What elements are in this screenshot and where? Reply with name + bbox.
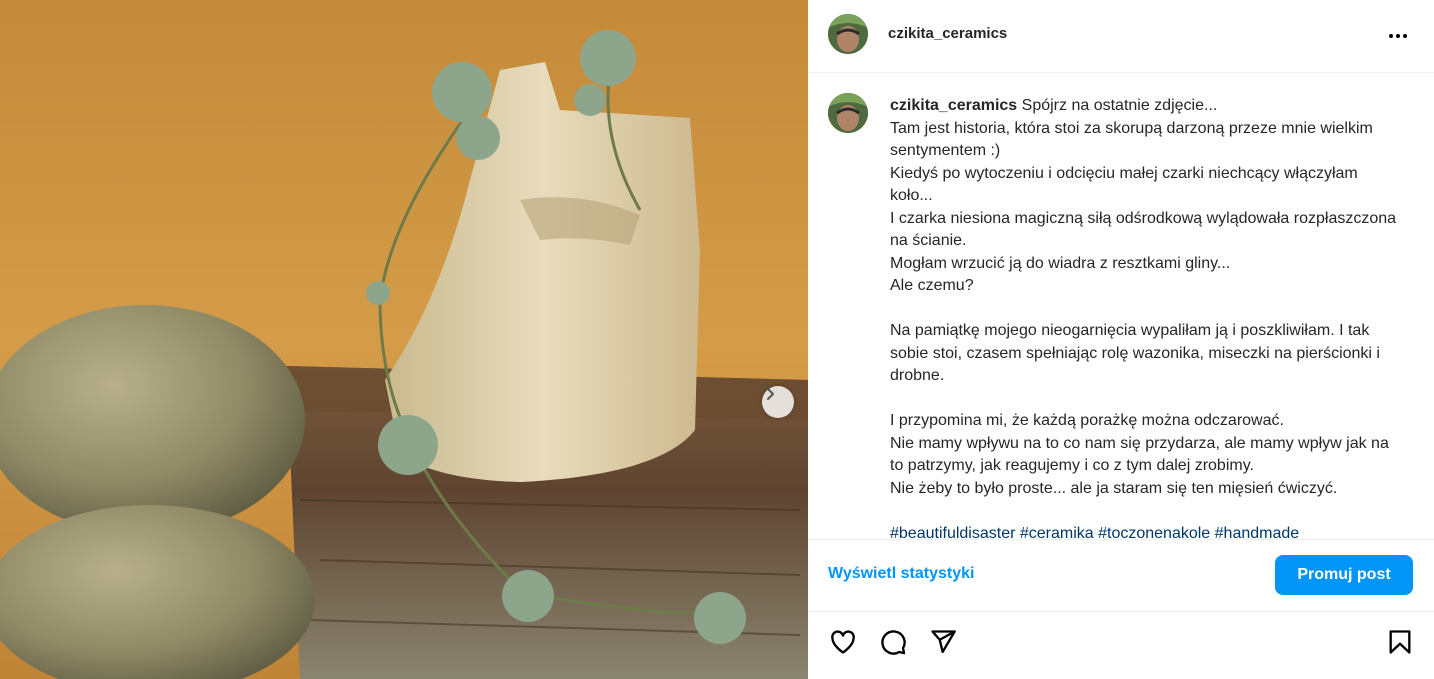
more-options-button[interactable] [1385,24,1411,48]
save-button[interactable] [1385,627,1415,657]
caption-username[interactable]: czikita_ceramics [890,97,1017,114]
like-button[interactable] [828,627,858,657]
caption-avatar[interactable] [828,93,868,133]
more-options-dot [1396,34,1400,38]
caption-line: Mogłam wrzucić ją do wiadra z resztkami … [890,254,1231,272]
chevron-right-icon [767,388,774,400]
paper-plane-icon [931,630,956,654]
post-photo [0,0,808,679]
caption-line: Nie żeby to było proste... ale ja staram… [890,479,1338,497]
caption-line: Spójrz na ostatnie zdjęcie... [1021,97,1218,114]
avatar[interactable] [828,14,868,54]
stats-bar: Wyświetl statystyki Promuj post [808,539,1434,612]
caption-line: I przypomina mi, że każdą porażkę można … [890,412,1284,429]
view-stats-link[interactable]: Wyświetl statystyki [828,565,974,583]
action-bar [808,611,1434,679]
avatar-image [828,14,868,54]
bookmark-icon [1389,630,1411,654]
caption-section: czikita_ceramics Spójrz na ostatnie zdję… [808,73,1434,539]
comment-icon [881,630,906,655]
caption-line: Tam jest historia, która stoi za skorupą… [890,119,1378,160]
post-author-username[interactable]: czikita_ceramics [888,25,1007,42]
post-caption: czikita_ceramics Spójrz na ostatnie zdję… [890,95,1400,539]
caption-hashtags[interactable]: #beautifuldisaster #ceramika #toczonenak… [890,525,1299,540]
caption-line: I czarka niesiona magiczną siłą odśrodko… [890,209,1401,250]
post-header: czikita_ceramics [808,0,1434,73]
caption-line: Kiedyś po wytoczeniu i odcięciu małej cz… [890,164,1363,205]
heart-icon [831,630,855,654]
post-panel: czikita_ceramics czikita_ceramics Spójrz… [808,0,1434,679]
more-options-dot [1403,34,1407,38]
photo-illustration [0,0,808,679]
avatar-image [828,93,868,133]
caption-line: Nie mamy wpływu na to co nam się przydar… [890,434,1394,475]
share-button[interactable] [928,627,958,657]
caption-line: Na pamiątkę mojego nieogarnięcia wypalił… [890,322,1385,384]
promote-post-button[interactable]: Promuj post [1275,555,1413,595]
next-photo-button[interactable] [762,386,794,418]
caption-line: Ale czemu? [890,277,974,294]
more-options-icon [1389,34,1393,38]
comment-button[interactable] [878,627,908,657]
